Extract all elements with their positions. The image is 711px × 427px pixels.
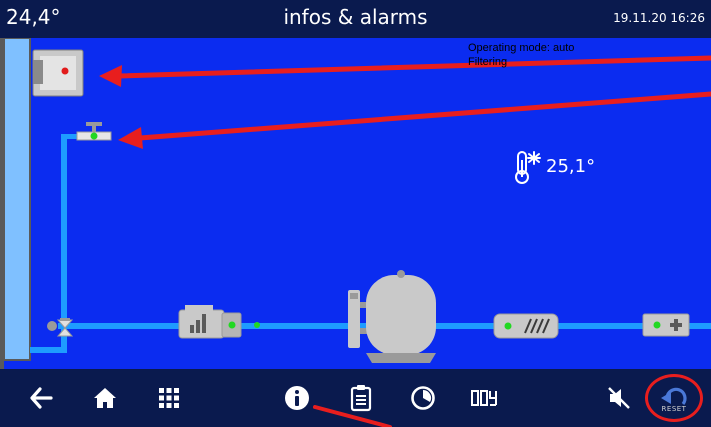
setpoint-temperature[interactable]: 25,1° bbox=[510, 150, 595, 184]
counter-button[interactable] bbox=[466, 379, 504, 417]
hydraulic-diagram: Operating mode: auto Filtering 25,1° bbox=[0, 38, 711, 369]
top-status-bar: 24,4° infos & alarms 19.11.20 16:26 bbox=[0, 0, 711, 38]
timer-button[interactable] bbox=[404, 379, 442, 417]
timer-icon bbox=[411, 386, 435, 410]
pump-icon[interactable] bbox=[178, 305, 260, 339]
digital-counter-icon bbox=[471, 390, 497, 406]
bottom-navigation: RESET bbox=[0, 369, 711, 427]
pool-wall bbox=[0, 38, 4, 369]
datetime: 19.11.20 16:26 bbox=[613, 11, 705, 25]
info-icon bbox=[285, 386, 309, 410]
pipe-network bbox=[0, 38, 711, 369]
valve-icon[interactable] bbox=[76, 122, 112, 141]
filter-state-text: Filtering bbox=[468, 56, 508, 68]
home-button[interactable] bbox=[86, 379, 124, 417]
sand-filter-icon[interactable] bbox=[348, 270, 436, 363]
page-title: infos & alarms bbox=[283, 5, 428, 29]
home-icon bbox=[94, 388, 116, 408]
chlorine-dosing-icon[interactable] bbox=[642, 313, 690, 337]
reset-label: RESET bbox=[661, 405, 687, 413]
reset-button[interactable]: RESET bbox=[655, 379, 693, 417]
operating-status: Operating mode: auto Filtering bbox=[468, 42, 574, 68]
return-pipe bbox=[61, 134, 67, 326]
menu-button[interactable] bbox=[150, 379, 188, 417]
log-button[interactable] bbox=[342, 379, 380, 417]
pool-tank bbox=[3, 38, 31, 361]
control-box-icon[interactable] bbox=[32, 49, 84, 97]
grid-menu-icon bbox=[159, 388, 179, 408]
heater-icon[interactable] bbox=[493, 313, 559, 339]
mute-icon bbox=[608, 387, 630, 409]
back-button[interactable] bbox=[22, 379, 60, 417]
annotation-arrows bbox=[99, 55, 711, 149]
clipboard-icon bbox=[350, 385, 372, 412]
operating-mode-text: Operating mode: auto bbox=[468, 42, 575, 54]
setpoint-temperature-value: 25,1° bbox=[546, 156, 596, 177]
info-button[interactable] bbox=[278, 379, 316, 417]
mute-button[interactable] bbox=[600, 379, 638, 417]
thermometer-snowflake-icon bbox=[510, 150, 544, 184]
back-arrow-icon bbox=[30, 387, 53, 409]
